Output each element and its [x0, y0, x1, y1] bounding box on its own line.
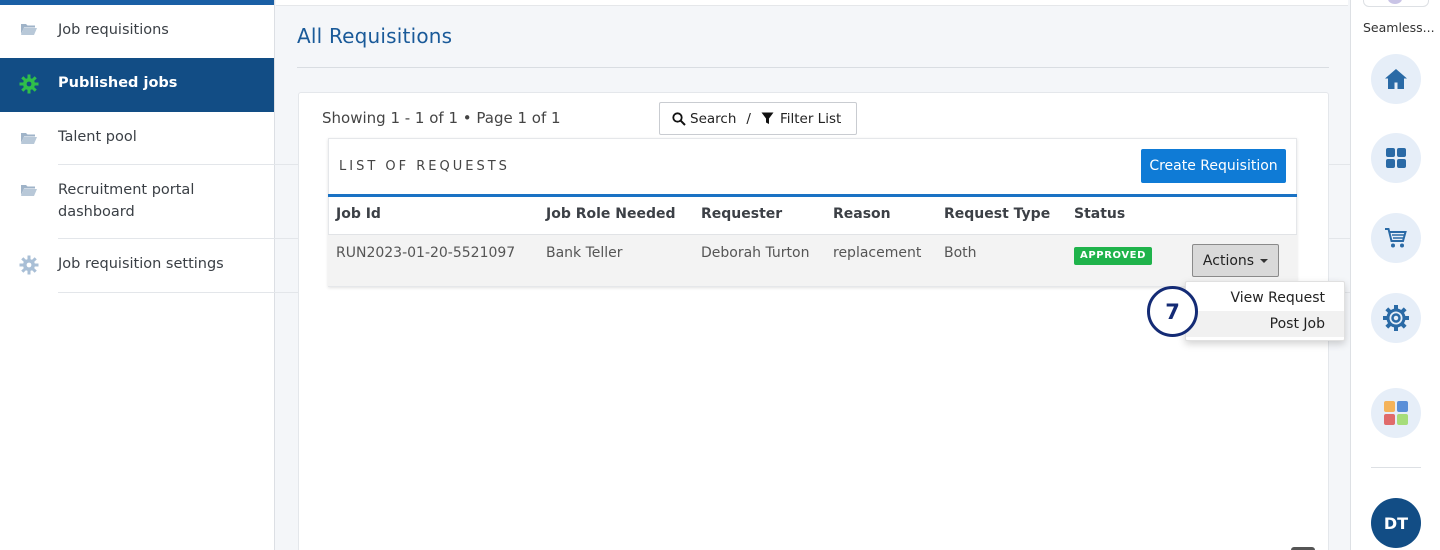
search-icon — [672, 111, 686, 126]
cart-icon — [1385, 228, 1407, 248]
sidebar-top-accent — [0, 0, 274, 5]
rail-home-button[interactable] — [1371, 54, 1421, 104]
sidebar-item-label: Talent pool — [58, 129, 137, 145]
sidebar-item-job-requisition-settings[interactable]: Job requisition settings — [0, 239, 274, 292]
cell-job-role: Bank Teller — [546, 245, 623, 261]
gear-icon — [19, 255, 39, 275]
rail-app-label: Seamless... — [1363, 20, 1435, 35]
list-title: LIST OF REQUESTS — [339, 159, 510, 174]
column-header-requester[interactable]: Requester — [701, 206, 782, 222]
settings-gear-icon — [1383, 305, 1409, 331]
actions-label: Actions — [1202, 252, 1255, 269]
apps-icon — [1384, 401, 1408, 425]
status-badge: APPROVED — [1074, 247, 1153, 265]
list-header-accent — [328, 194, 1297, 197]
filter-label: Filter List — [779, 110, 842, 127]
rail-divider — [1371, 467, 1421, 468]
column-header-job-id[interactable]: Job Id — [336, 206, 381, 222]
cell-job-id: RUN2023-01-20-5521097 — [336, 245, 516, 261]
rail-settings-button[interactable] — [1371, 293, 1421, 343]
filter-icon — [761, 112, 774, 124]
home-icon — [1385, 69, 1407, 89]
step-marker: 7 — [1147, 286, 1198, 337]
sidebar-item-talent-pool[interactable]: Talent pool — [0, 113, 274, 163]
user-avatar[interactable]: DT — [1371, 498, 1421, 548]
rail-cart-button[interactable] — [1371, 213, 1421, 263]
sidebar-item-label: Recruitment portal dashboard — [58, 182, 195, 220]
column-header-job-role[interactable]: Job Role Needed — [546, 206, 676, 222]
sidebar-item-published-jobs[interactable]: Published jobs — [0, 58, 274, 112]
folder-open-icon — [19, 180, 39, 200]
sidebar-item-label: Job requisitions — [58, 22, 169, 38]
search-filter-separator: / — [746, 110, 751, 127]
sidebar-item-recruitment-portal-dashboard[interactable]: Recruitment portal dashboard — [0, 165, 274, 238]
search-filter-bar: Search / Filter List — [659, 102, 857, 135]
pagination-summary: Showing 1 - 1 of 1 • Page 1 of 1 — [322, 109, 561, 127]
sidebar-item-label: Job requisition settings — [58, 256, 224, 272]
rail-apps-button[interactable] — [1371, 388, 1421, 438]
menu-item-view-request[interactable]: View Request — [1186, 285, 1344, 311]
cell-request-type: Both — [944, 245, 977, 261]
main-top-bar — [276, 0, 1348, 6]
create-requisition-button[interactable]: Create Requisition — [1141, 149, 1286, 183]
menu-item-post-job[interactable]: Post Job — [1186, 311, 1344, 337]
rail-dashboard-button[interactable] — [1371, 133, 1421, 183]
gear-icon — [19, 74, 39, 94]
cell-reason: replacement — [833, 245, 922, 261]
page-title: All Requisitions — [297, 24, 453, 48]
column-header-status[interactable]: Status — [1074, 206, 1125, 222]
column-header-request-type[interactable]: Request Type — [944, 206, 1050, 222]
column-header-reason[interactable]: Reason — [833, 206, 891, 222]
actions-dropdown-menu: View Request Post Job — [1185, 281, 1345, 341]
search-button[interactable]: Search — [672, 111, 736, 127]
title-divider — [297, 67, 1329, 68]
actions-dropdown-button[interactable]: Actions — [1192, 244, 1279, 277]
folder-open-icon — [19, 128, 39, 148]
sidebar-item-label: Published jobs — [58, 75, 178, 91]
grid-icon — [1386, 148, 1406, 168]
folder-open-icon — [19, 19, 39, 39]
filter-list-button[interactable]: Filter List — [761, 111, 841, 127]
sidebar-item-job-requisitions[interactable]: Job requisitions — [0, 6, 274, 53]
search-label: Search — [690, 110, 737, 127]
caret-down-icon — [1260, 258, 1269, 263]
cell-requester: Deborah Turton — [701, 245, 810, 261]
